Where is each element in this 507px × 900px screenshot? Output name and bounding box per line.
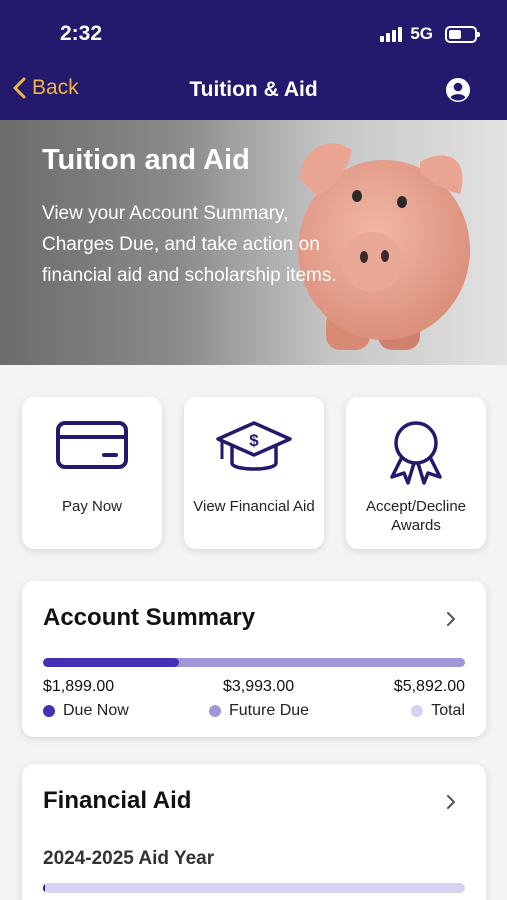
financial-aid-title: Financial Aid	[43, 787, 192, 814]
total-dot	[411, 705, 424, 717]
pay-now-label: Pay Now	[61, 498, 123, 515]
credit-card-icon	[56, 421, 128, 469]
future-due-dot	[209, 705, 221, 717]
total-label: Total	[431, 702, 465, 719]
future-due-label: Future Due	[229, 702, 310, 719]
future-due-legend: Future Due	[209, 702, 309, 720]
account-summary-bar	[43, 658, 465, 667]
profile-icon[interactable]	[445, 77, 471, 103]
award-ribbon-icon	[390, 421, 442, 485]
account-summary-title: Account Summary	[43, 604, 256, 631]
graduation-cap-dollar-icon: $	[216, 421, 292, 471]
due-now-dot	[43, 705, 55, 717]
nav-bar: Back Tuition & Aid	[0, 62, 507, 120]
hero-title: Tuition and Aid	[42, 144, 250, 176]
due-now-legend: Due Now	[43, 702, 129, 720]
hero-description: View your Account Summary, Charges Due, …	[42, 203, 337, 286]
status-bar: 2:32 5G	[0, 0, 507, 62]
status-time: 2:32	[60, 22, 103, 45]
financial-aid-card[interactable]: Financial Aid 2024-2025 Aid Year	[22, 764, 486, 900]
chevron-right-icon[interactable]	[444, 795, 458, 809]
view-financial-aid-label: View Financial Aid	[193, 498, 315, 515]
network-label: 5G	[410, 24, 433, 43]
aid-year-progress-bar	[43, 883, 465, 893]
aid-year-progress-fill	[43, 883, 46, 893]
view-financial-aid-button[interactable]: $ View Financial Aid	[184, 397, 324, 549]
pay-now-button[interactable]: Pay Now	[22, 397, 162, 549]
hero-banner: Tuition and Aid View your Account Summar…	[0, 120, 507, 365]
chevron-right-icon[interactable]	[444, 612, 458, 626]
due-now-label: Due Now	[63, 702, 129, 719]
account-summary-card[interactable]: Account Summary $1,899.00 $3,993.00 $5,8…	[22, 581, 486, 737]
aid-year-label: 2024-2025 Aid Year	[43, 848, 215, 869]
battery-icon	[445, 25, 480, 43]
svg-text:$: $	[249, 431, 259, 450]
signal-icon	[380, 26, 403, 42]
page-title: Tuition & Aid	[189, 78, 318, 101]
accept-decline-awards-button[interactable]: Accept/Decline Awards	[346, 397, 486, 549]
total-amount: $5,892.00	[393, 678, 465, 695]
accept-decline-awards-label: Accept/Decline Awards	[365, 498, 467, 534]
due-now-amount: $1,899.00	[43, 678, 115, 695]
future-due-amount: $3,993.00	[223, 678, 295, 695]
due-now-bar-segment	[43, 658, 179, 667]
total-legend: Total	[411, 702, 465, 720]
status-indicators: 5G	[380, 24, 480, 44]
